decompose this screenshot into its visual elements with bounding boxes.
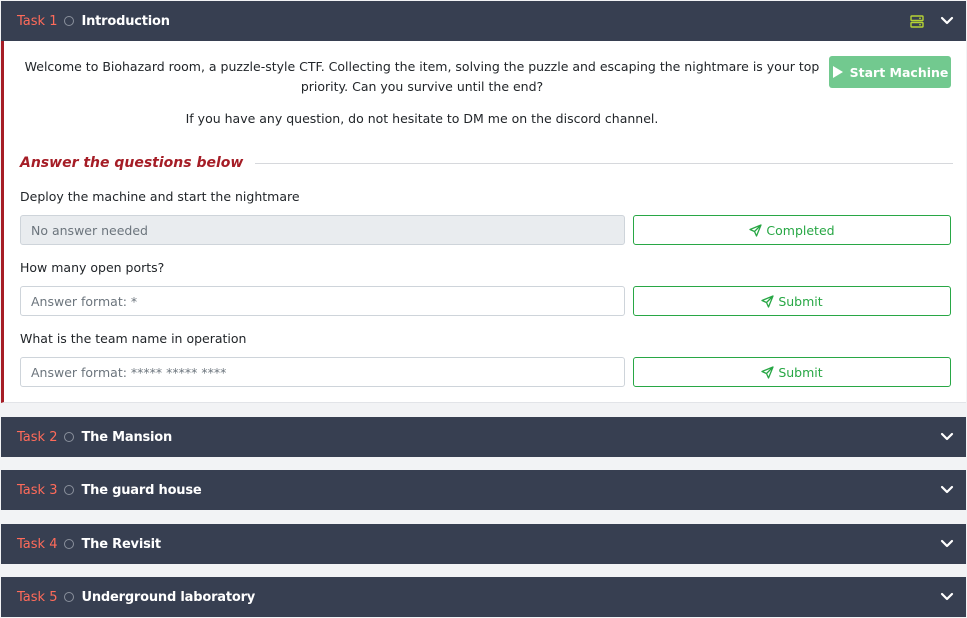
- intro-paragraph-1: Welcome to Biohazard room, a puzzle-styl…: [24, 59, 820, 94]
- question-2-label: How many open ports?: [20, 260, 165, 275]
- chevron-down-icon[interactable]: [940, 16, 954, 26]
- task-5-header[interactable]: Task 5 Underground laboratory: [1, 577, 966, 617]
- question-3-label: What is the team name in operation: [20, 331, 247, 346]
- chevron-down-icon[interactable]: [940, 592, 954, 602]
- paper-plane-icon: [749, 223, 763, 237]
- question-1-completed-button[interactable]: Completed: [633, 215, 951, 245]
- question-3-answer-input[interactable]: [20, 357, 625, 387]
- task-4-header[interactable]: Task 4 The Revisit: [1, 524, 966, 564]
- chevron-down-icon[interactable]: [940, 485, 954, 495]
- paper-plane-icon: [761, 294, 774, 308]
- start-machine-label: Start Machine: [849, 64, 949, 80]
- intro-text: Welcome to Biohazard room, a puzzle-styl…: [22, 57, 822, 129]
- task-4-number: Task 4: [17, 536, 58, 552]
- task-1-body: Welcome to Biohazard room, a puzzle-styl…: [1, 41, 966, 403]
- question-2-button-label: Submit: [778, 293, 823, 309]
- task-3-title: The guard house: [81, 482, 202, 498]
- questions-header-divider: [255, 162, 953, 164]
- task-3-header[interactable]: Task 3 The guard house: [1, 470, 966, 510]
- questions-header: Answer the questions below: [20, 153, 953, 173]
- task-2-title: The Mansion: [81, 429, 173, 445]
- task-2-status-circle-icon: [64, 432, 75, 442]
- question-1-answer-input: [20, 215, 625, 245]
- question-3-submit-button[interactable]: Submit: [633, 357, 951, 387]
- question-2-submit-button[interactable]: Submit: [633, 286, 951, 316]
- task-5-status-circle-icon: [64, 592, 75, 602]
- question-2-answer-input[interactable]: [20, 286, 625, 316]
- task-1-number: Task 1: [17, 13, 58, 29]
- task-3-status-circle-icon: [64, 485, 75, 495]
- task-1-title: Introduction: [81, 13, 170, 29]
- chevron-down-icon[interactable]: [940, 432, 954, 442]
- task-1-header[interactable]: Task 1 Introduction: [1, 1, 966, 41]
- intro-paragraph-2: If you have any question, do not hesitat…: [185, 111, 659, 126]
- task-1-status-circle-icon: [64, 16, 75, 26]
- start-machine-button[interactable]: Start Machine: [829, 56, 951, 88]
- task-3-number: Task 3: [17, 482, 58, 498]
- task-5-number: Task 5: [17, 589, 58, 605]
- task-4-status-circle-icon: [64, 539, 75, 549]
- play-icon: [832, 65, 844, 79]
- questions-header-title: Answer the questions below: [20, 155, 244, 171]
- task-2-number: Task 2: [17, 429, 58, 445]
- paper-plane-icon: [761, 365, 774, 379]
- chevron-down-icon[interactable]: [940, 539, 954, 549]
- task-2-header[interactable]: Task 2 The Mansion: [1, 417, 966, 457]
- question-1-button-label: Completed: [766, 222, 835, 238]
- question-3-button-label: Submit: [778, 364, 823, 380]
- task-5-title: Underground laboratory: [81, 589, 256, 605]
- task-4-title: The Revisit: [81, 536, 161, 552]
- question-1-label: Deploy the machine and start the nightma…: [20, 189, 300, 204]
- server-list-icon[interactable]: [910, 14, 924, 28]
